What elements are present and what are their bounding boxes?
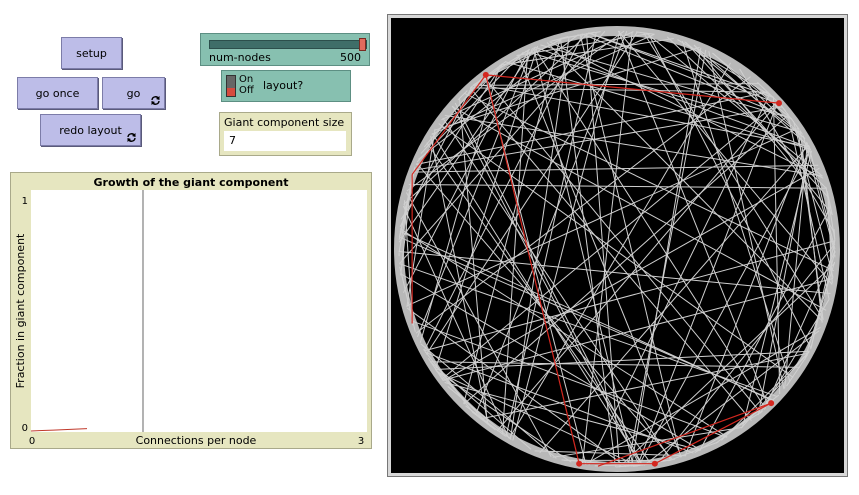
plot-svg: 1 0 0 3 Connections per node Fraction in… xyxy=(14,190,367,447)
giant-component-plot: Growth of the giant component 1 0 0 3 Co… xyxy=(10,172,372,449)
network-link xyxy=(425,31,638,355)
forever-arrows-icon xyxy=(127,133,136,142)
world-view-canvas[interactable] xyxy=(391,18,844,473)
num-nodes-slider[interactable]: num-nodes 500 xyxy=(200,33,370,66)
network-link xyxy=(643,330,820,466)
y-min-tick: 0 xyxy=(22,423,28,434)
giant-component-node xyxy=(576,460,583,467)
network-link xyxy=(444,114,823,177)
forever-arrows-icon xyxy=(151,96,160,105)
switch-on-label: On xyxy=(239,74,254,85)
network-link xyxy=(431,133,643,466)
giant-component-node xyxy=(768,400,775,407)
slider-label: num-nodes xyxy=(209,51,271,64)
network-link xyxy=(408,183,827,189)
network-link xyxy=(693,44,833,215)
slider-track[interactable] xyxy=(209,38,367,51)
layout-switch[interactable]: On Off layout? xyxy=(221,70,351,102)
switch-toggle[interactable] xyxy=(226,75,236,97)
y-axis-label: Fraction in giant component xyxy=(14,233,27,388)
network-link xyxy=(447,386,512,441)
setup-button[interactable]: setup xyxy=(61,37,122,69)
network-link xyxy=(423,33,584,351)
world-view[interactable] xyxy=(387,14,848,477)
giant-component-node xyxy=(482,71,489,78)
giant-component-monitor: Giant component size 7 xyxy=(219,112,352,156)
network-link xyxy=(645,32,823,177)
network-link xyxy=(430,361,532,450)
setup-button-label: setup xyxy=(76,46,107,60)
switch-off-label: Off xyxy=(239,85,254,96)
x-min-tick: 0 xyxy=(29,436,35,447)
plot-area xyxy=(31,190,367,432)
go-once-button-label: go once xyxy=(35,86,80,100)
go-button[interactable]: go xyxy=(102,77,165,109)
monitor-label: Giant component size xyxy=(224,116,345,129)
network-link xyxy=(638,148,812,467)
redo-layout-button-label: redo layout xyxy=(59,123,122,137)
giant-component-node xyxy=(651,460,658,467)
x-max-tick: 3 xyxy=(358,436,364,447)
network-link xyxy=(459,98,488,425)
go-button-label: go xyxy=(126,86,141,100)
switch-label: layout? xyxy=(263,79,304,92)
monitor-value: 7 xyxy=(224,131,346,151)
network-link xyxy=(694,410,763,454)
slider-knob[interactable] xyxy=(359,38,366,51)
network-graph xyxy=(394,26,840,472)
x-axis-label: Connections per node xyxy=(136,434,257,447)
go-once-button[interactable]: go once xyxy=(17,77,98,109)
giant-component-node xyxy=(776,100,783,107)
y-max-tick: 1 xyxy=(22,196,28,207)
network-link xyxy=(399,236,775,401)
slider-value: 500 xyxy=(340,51,361,64)
redo-layout-button[interactable]: redo layout xyxy=(40,114,141,146)
